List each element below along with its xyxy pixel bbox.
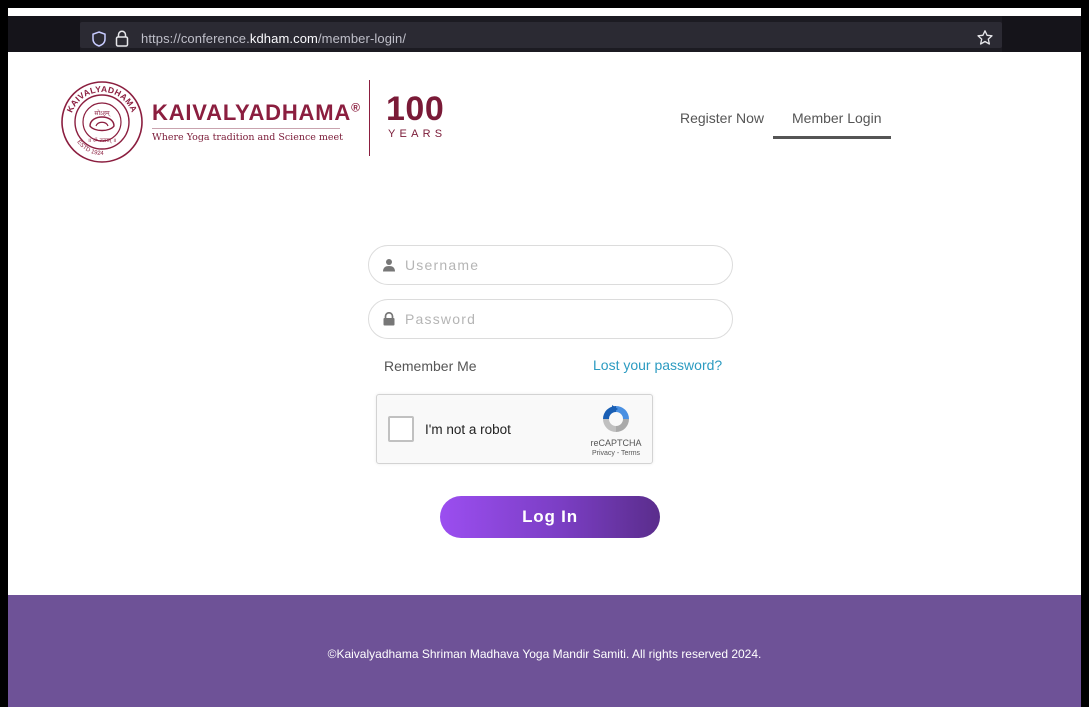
toolbar-spacer: [1002, 16, 1081, 52]
lost-password-link[interactable]: Lost your password?: [593, 357, 722, 373]
recaptcha-brand: reCAPTCHA: [590, 438, 642, 448]
password-input[interactable]: [405, 308, 715, 330]
footer-copyright: ©Kaivalyadhama Shriman Madhava Yoga Mand…: [327, 647, 762, 661]
centenary-number: 100: [386, 90, 445, 128]
remember-me-label[interactable]: Remember Me: [384, 358, 477, 374]
username-field[interactable]: [368, 245, 733, 285]
url-prefix: https://conference.: [141, 31, 250, 46]
nav-member-login[interactable]: Member Login: [792, 110, 882, 126]
url-text[interactable]: https://conference.kdham.com/member-logi…: [141, 31, 406, 46]
brand-rule: [152, 128, 340, 129]
shield-icon[interactable]: [92, 31, 106, 47]
recaptcha-privacy-terms[interactable]: Privacy - Terms: [582, 450, 650, 457]
brand-name-text: KAIVALYADHAMA: [152, 100, 352, 125]
recaptcha-label: I'm not a robot: [425, 422, 511, 437]
footer: ©Kaivalyadhama Shriman Madhava Yoga Mand…: [8, 595, 1081, 707]
brand-name[interactable]: KAIVALYADHAMA®: [152, 100, 361, 126]
lock-icon[interactable]: [115, 30, 129, 47]
url-domain: kdham.com: [249, 31, 318, 46]
page: https://conference.kdham.com/member-logi…: [8, 8, 1081, 707]
svg-text:॥ ॐ तत्सत् ॥: ॥ ॐ तत्सत् ॥: [88, 137, 116, 144]
log-in-button[interactable]: Log In: [440, 496, 660, 538]
toolbar-spacer: [8, 16, 80, 52]
registered-mark: ®: [351, 100, 361, 115]
username-input[interactable]: [405, 254, 715, 276]
browser-toolbar: https://conference.kdham.com/member-logi…: [8, 16, 1081, 52]
brand-tagline: Where Yoga tradition and Science meet: [152, 132, 343, 143]
centenary-word: YEARS: [388, 128, 447, 140]
nav-active-indicator: [773, 136, 891, 139]
recaptcha-logo-icon: [603, 405, 629, 432]
password-field[interactable]: [368, 299, 733, 339]
recaptcha-widget: I'm not a robot reCAPTCHA Privacy - Term…: [376, 394, 653, 464]
kaivalyadhama-emblem[interactable]: KAIVALYADHAMA सोऽहम् ॥ ॐ तत्सत् ॥ ESTD 1…: [60, 80, 144, 164]
recaptcha-checkbox[interactable]: [388, 416, 414, 442]
bookmark-star-icon[interactable]: [976, 29, 994, 47]
nav-register-now[interactable]: Register Now: [680, 110, 764, 126]
svg-text:सोऽहम्: सोऽहम्: [94, 109, 110, 117]
url-path: /member-login/: [317, 31, 407, 46]
brand-divider: [369, 80, 370, 156]
padlock-icon: [383, 312, 395, 326]
user-icon: [383, 259, 395, 272]
